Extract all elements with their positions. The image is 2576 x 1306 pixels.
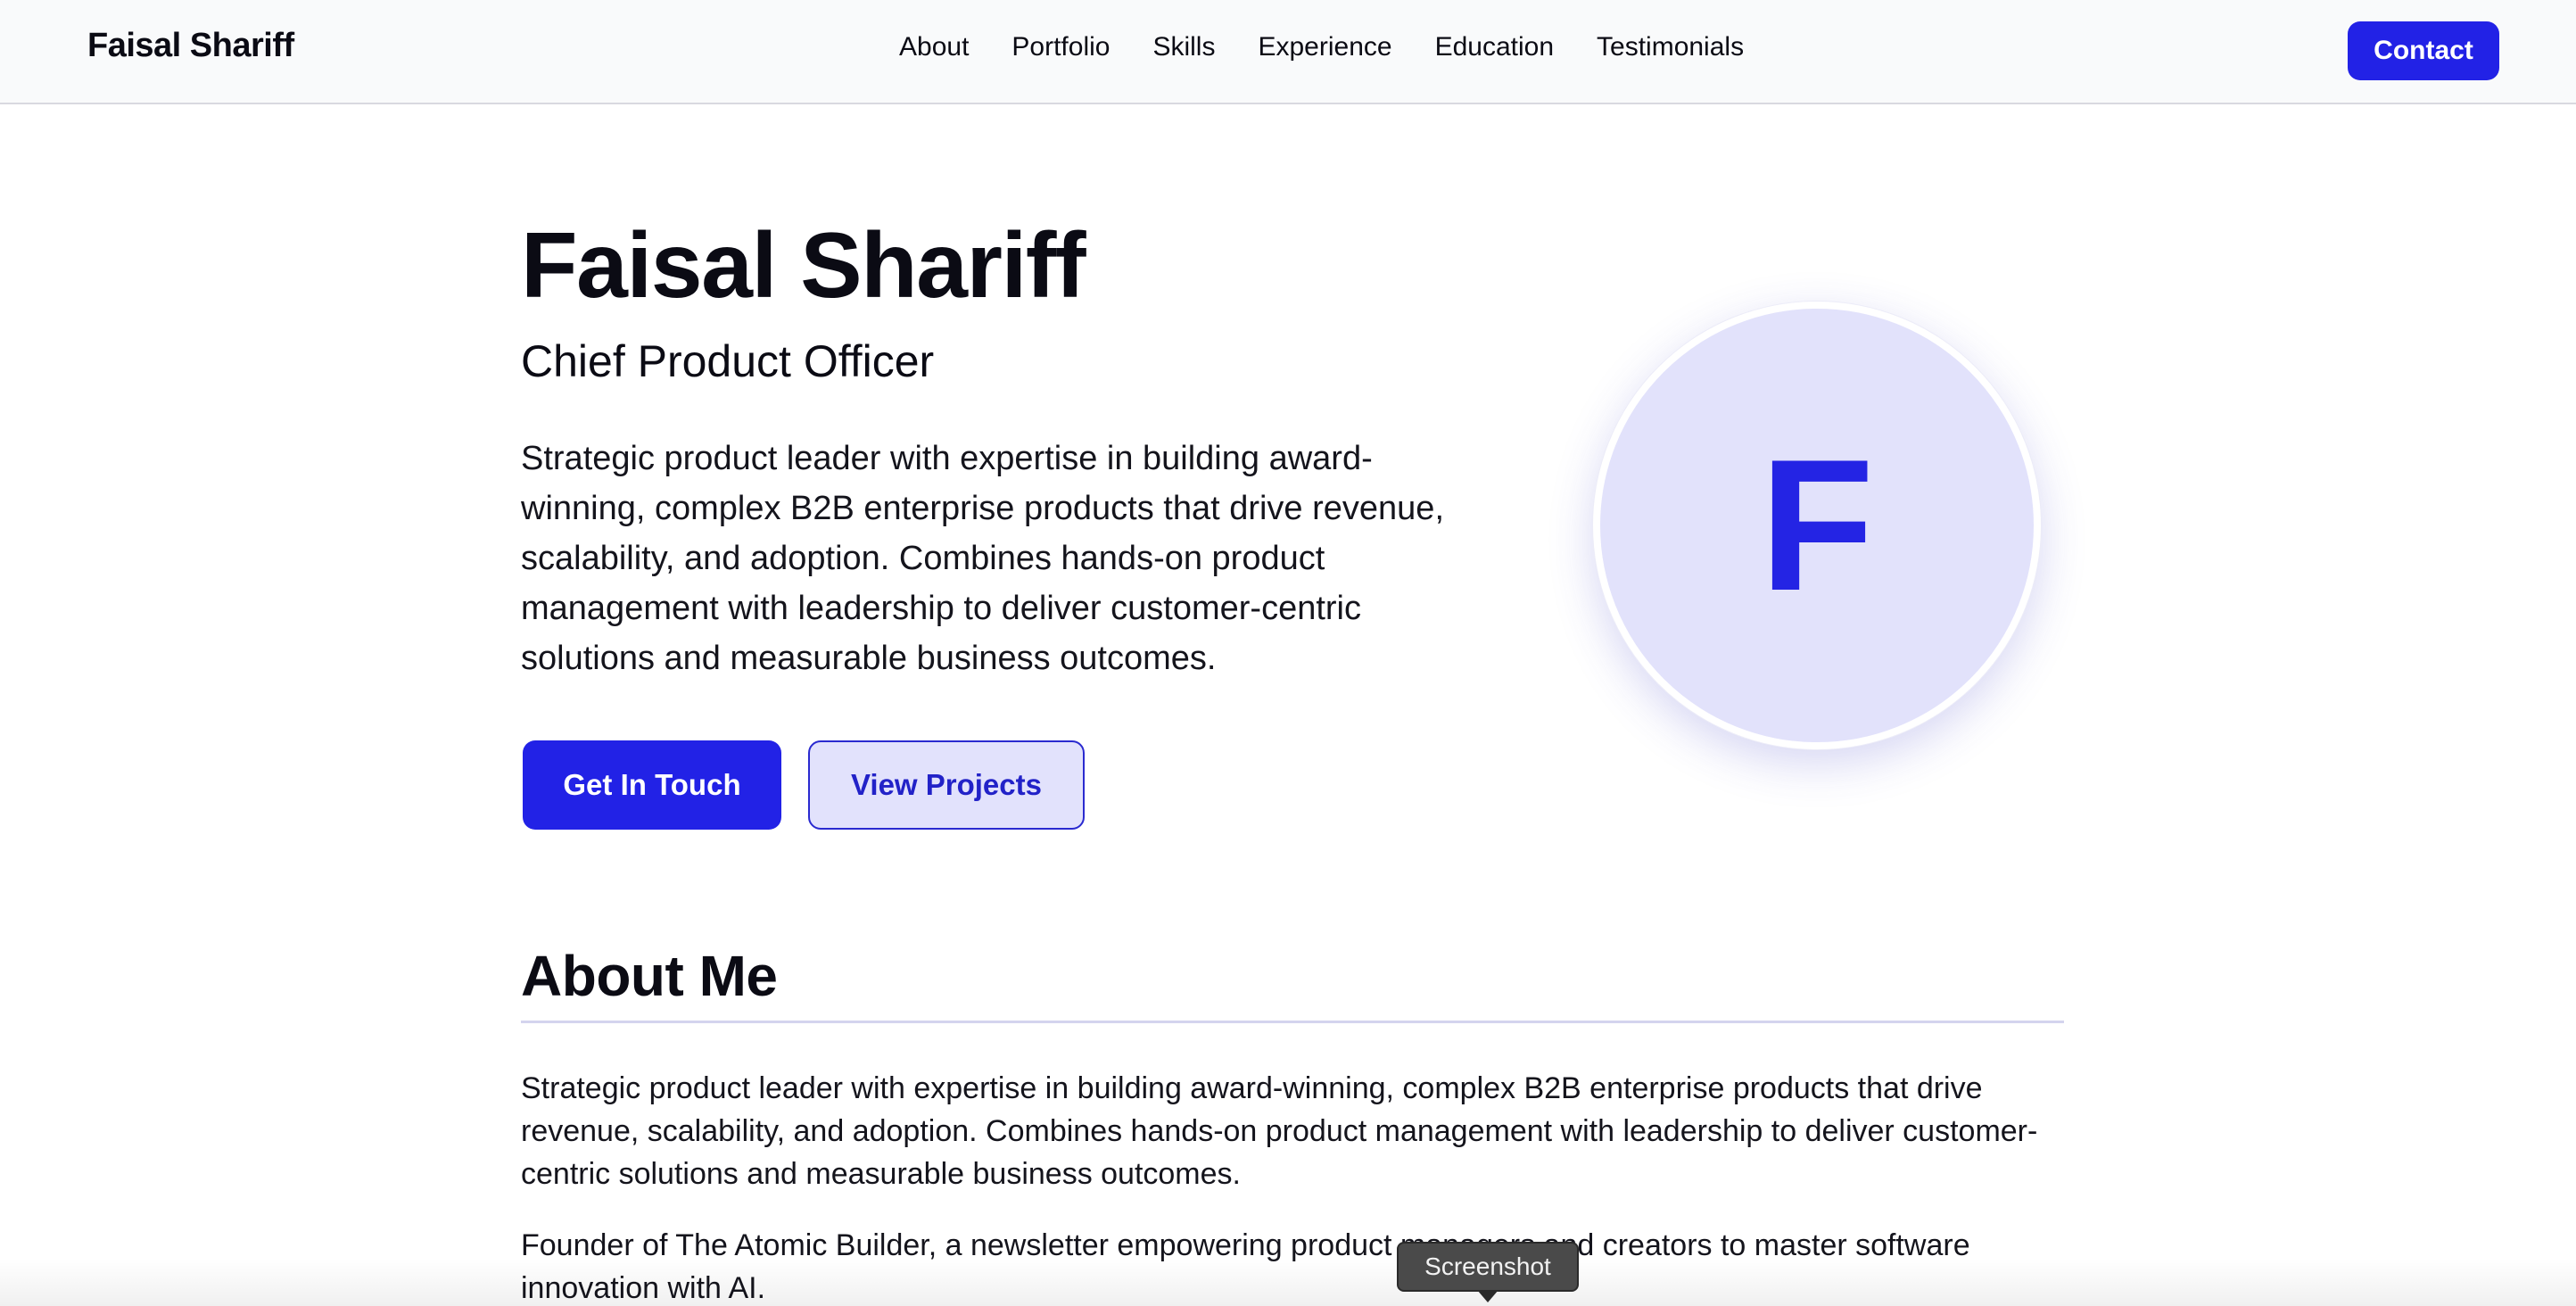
brand-logo-text[interactable]: Faisal Shariff <box>87 27 294 65</box>
about-heading: About Me <box>521 944 778 1008</box>
nav-link-about[interactable]: About <box>899 32 969 68</box>
avatar: F <box>1593 302 2041 749</box>
get-in-touch-button[interactable]: Get In Touch <box>523 740 781 830</box>
nav-link-portfolio[interactable]: Portfolio <box>1011 32 1110 68</box>
hero-job-title: Chief Product Officer <box>521 336 935 386</box>
about-paragraph: Founder of The Atomic Builder, a newslet… <box>521 1228 1970 1305</box>
hero-description: Strategic product leader with expertise … <box>521 440 1444 677</box>
portfolio-page: Faisal Shariff About Portfolio Skills Ex… <box>0 0 2576 1306</box>
nav-link-testimonials[interactable]: Testimonials <box>1597 32 1744 68</box>
screenshot-tooltip: Screenshot <box>1397 1242 1579 1292</box>
nav-link-education[interactable]: Education <box>1435 32 1554 68</box>
top-navbar: Faisal Shariff About Portfolio Skills Ex… <box>0 0 2576 104</box>
avatar-initial: F <box>1759 420 1875 630</box>
nav-link-skills[interactable]: Skills <box>1152 32 1215 68</box>
view-projects-button[interactable]: View Projects <box>808 740 1085 830</box>
section-divider <box>521 1021 2064 1023</box>
tooltip-arrow-icon <box>1477 1290 1499 1302</box>
contact-button[interactable]: Contact <box>2348 21 2499 80</box>
about-paragraph: Strategic product leader with expertise … <box>521 1071 2038 1191</box>
hero-name: Faisal Shariff <box>521 214 1086 318</box>
nav-links: About Portfolio Skills Experience Educat… <box>899 32 1744 68</box>
nav-link-experience[interactable]: Experience <box>1258 32 1391 68</box>
